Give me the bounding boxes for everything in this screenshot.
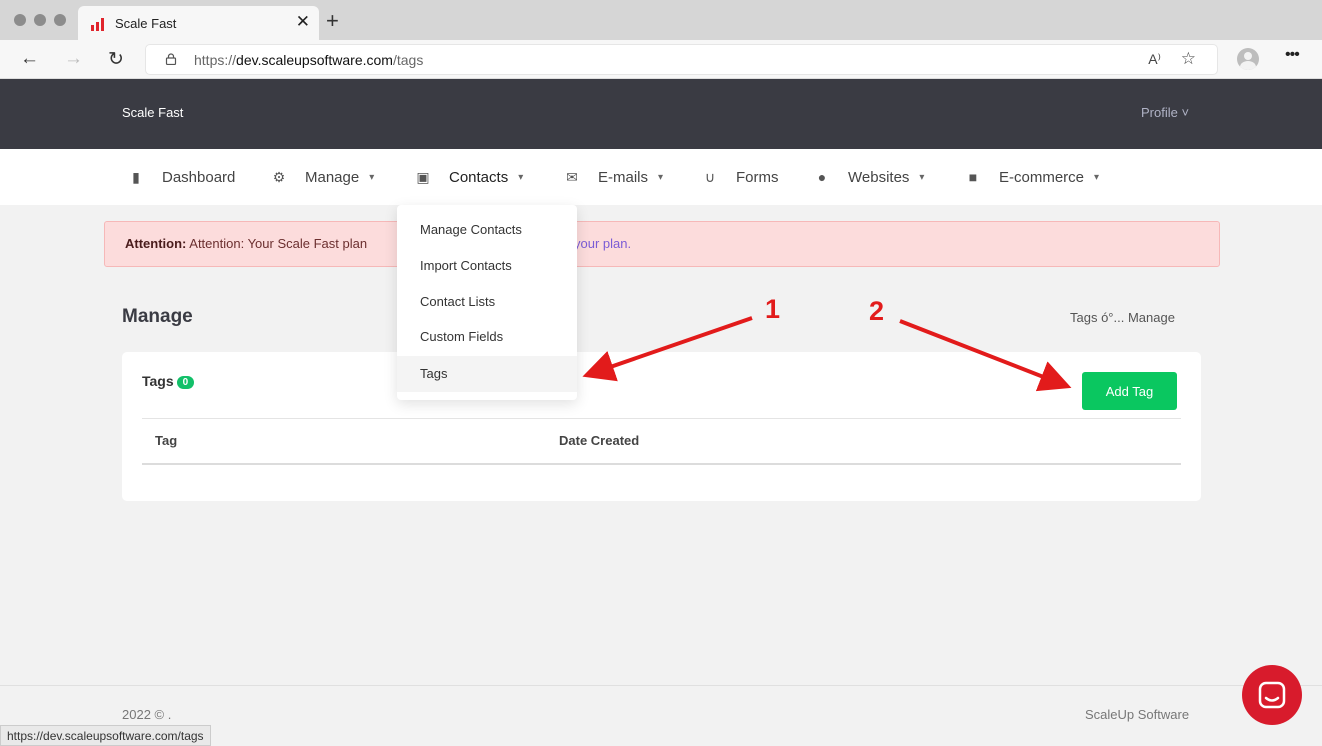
chevron-down-icon: ▾ bbox=[518, 171, 524, 183]
maximize-window-button[interactable] bbox=[54, 14, 66, 26]
card-title: Tags 0 bbox=[142, 373, 195, 389]
menu-item-manage-contacts[interactable]: Manage Contacts bbox=[397, 212, 577, 248]
annotation-number-1: 1 bbox=[765, 294, 781, 324]
chevron-down-icon: ▾ bbox=[919, 171, 925, 183]
nav-manage[interactable]: ⚙ Manage ▾ bbox=[271, 149, 375, 205]
nav-manage-label: Manage bbox=[305, 168, 360, 186]
nav-dashboard-label: Dashboard bbox=[162, 168, 236, 186]
url-input[interactable]: https://dev.scaleupsoftware.com/tags A⁾ … bbox=[145, 44, 1218, 75]
page-title: Manage bbox=[122, 306, 193, 327]
add-tag-button[interactable]: Add Tag bbox=[1082, 372, 1177, 410]
new-tab-icon[interactable]: + bbox=[326, 8, 339, 34]
app-header: Scale Fast Profile ˅ bbox=[0, 79, 1322, 149]
menu-item-contact-lists[interactable]: Contact Lists bbox=[397, 284, 577, 320]
chat-icon bbox=[1258, 681, 1286, 709]
attention-alert: Attention: Attention: Your Scale Fast pl… bbox=[104, 221, 1220, 267]
nav-emails-label: E-mails bbox=[598, 168, 649, 186]
menu-item-import-contacts[interactable]: Import Contacts bbox=[397, 248, 577, 284]
nav-contacts-label: Contacts bbox=[449, 168, 509, 186]
read-aloud-icon[interactable]: A⁾ bbox=[1148, 51, 1161, 68]
globe-icon: ● bbox=[817, 169, 827, 185]
reload-icon[interactable]: ↻ bbox=[108, 48, 124, 71]
shopping-box-icon: ■ bbox=[968, 169, 978, 185]
magnet-icon: ∪ bbox=[704, 168, 716, 185]
chevron-down-icon: ▾ bbox=[658, 171, 664, 183]
footer-copyright: 2022 © . bbox=[122, 707, 172, 722]
main-nav: ▮ Dashboard ⚙ Manage ▾ ▣ Contacts ▾ ✉ E-… bbox=[0, 149, 1322, 205]
table-header-underline bbox=[142, 463, 1181, 465]
lock-icon bbox=[165, 53, 177, 65]
chevron-down-icon: ▾ bbox=[369, 171, 375, 183]
nav-ecommerce[interactable]: ■ E-commerce ▾ bbox=[965, 149, 1099, 205]
scale-fast-logo-icon bbox=[91, 18, 104, 31]
footer-divider bbox=[0, 685, 1322, 686]
gear-icon: ⚙ bbox=[272, 168, 286, 185]
annotation-number-2: 2 bbox=[869, 296, 885, 326]
profile-menu[interactable]: Profile ˅ bbox=[1141, 105, 1189, 120]
tag-count-badge: 0 bbox=[176, 375, 195, 389]
browser-profile-avatar[interactable] bbox=[1237, 48, 1259, 70]
minimize-window-button[interactable] bbox=[34, 14, 46, 26]
nav-forms-label: Forms bbox=[736, 168, 779, 186]
close-window-button[interactable] bbox=[14, 14, 26, 26]
brand-name[interactable]: Scale Fast bbox=[122, 105, 183, 120]
bar-chart-icon: ▮ bbox=[132, 168, 140, 185]
url-text: https://dev.scaleupsoftware.com/tags bbox=[194, 52, 424, 68]
contacts-dropdown-menu: Manage Contacts Import Contacts Contact … bbox=[397, 205, 577, 400]
nav-emails[interactable]: ✉ E-mails ▾ bbox=[564, 149, 663, 205]
column-header-date-created[interactable]: Date Created bbox=[559, 433, 639, 448]
forward-icon[interactable]: → bbox=[64, 48, 83, 70]
nav-websites-label: Websites bbox=[848, 168, 910, 186]
menu-item-custom-fields[interactable]: Custom Fields bbox=[397, 319, 577, 355]
contact-card-icon: ▣ bbox=[416, 168, 430, 185]
column-header-tag[interactable]: Tag bbox=[155, 433, 177, 448]
status-bar-url: https://dev.scaleupsoftware.com/tags bbox=[0, 725, 211, 746]
nav-ecommerce-label: E-commerce bbox=[999, 168, 1085, 186]
table-divider bbox=[142, 418, 1181, 419]
chevron-down-icon: ▾ bbox=[1094, 171, 1100, 183]
tab-title: Scale Fast bbox=[115, 16, 177, 31]
chat-launcher-button[interactable] bbox=[1242, 665, 1302, 725]
nav-websites[interactable]: ● Websites ▾ bbox=[814, 149, 925, 205]
add-favorite-icon[interactable]: ☆ bbox=[1181, 49, 1196, 69]
nav-dashboard[interactable]: ▮ Dashboard bbox=[128, 149, 235, 205]
back-icon[interactable]: ← bbox=[20, 48, 39, 70]
envelope-icon: ✉ bbox=[566, 168, 578, 185]
close-tab-icon[interactable]: ✕ bbox=[296, 12, 310, 32]
nav-contacts[interactable]: ▣ Contacts ▾ bbox=[415, 149, 523, 205]
address-bar-row: ← → ↻ https://dev.scaleupsoftware.com/ta… bbox=[0, 40, 1322, 79]
more-menu-icon[interactable]: ••• bbox=[1285, 46, 1300, 64]
tags-card: Tags 0 Add Tag Tag Date Created bbox=[122, 352, 1201, 501]
alert-link[interactable]: your plan. bbox=[574, 236, 631, 251]
nav-forms[interactable]: ∪ Forms bbox=[702, 149, 779, 205]
menu-item-tags[interactable]: Tags bbox=[397, 356, 577, 392]
alert-text: Attention: Attention: Your Scale Fast pl… bbox=[125, 236, 368, 251]
browser-tab-bar: Scale Fast ✕ + bbox=[0, 0, 1322, 40]
footer-company: ScaleUp Software bbox=[1085, 707, 1190, 722]
breadcrumb[interactable]: Tags ó°... Manage bbox=[1070, 310, 1175, 325]
browser-tab[interactable]: Scale Fast ✕ bbox=[78, 6, 319, 40]
